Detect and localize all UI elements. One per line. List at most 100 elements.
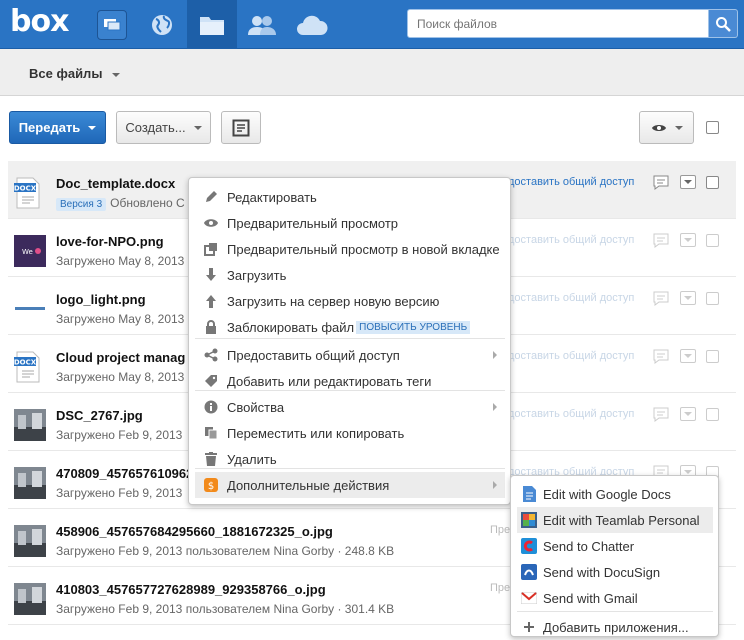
copy-icon xyxy=(201,426,221,440)
context-menu-item[interactable]: Добавить или редактировать теги xyxy=(195,368,505,394)
cloud-icon xyxy=(297,15,328,35)
row-menu-button[interactable] xyxy=(680,291,696,305)
row-checkbox[interactable] xyxy=(706,350,719,363)
context-menu-item[interactable]: Свойства xyxy=(195,394,505,420)
context-menu-item[interactable]: Предварительный просмотр xyxy=(195,210,505,236)
plus-icon xyxy=(521,619,537,635)
share-link[interactable]: доставить общий доступ xyxy=(508,176,634,188)
share-link[interactable]: Пре xyxy=(490,582,510,594)
file-meta: Загружено May 8, 2013 xyxy=(56,254,184,268)
file-meta-text: Загружено Feb 9, 2013 xyxy=(56,486,183,500)
file-thumbnail[interactable]: We xyxy=(14,235,46,267)
file-meta-text: Загружено Feb 9, 2013 пользователем Nina… xyxy=(56,602,395,616)
row-menu-button[interactable] xyxy=(680,233,696,247)
context-menu-label: Заблокировать файл xyxy=(227,319,355,335)
comment-button[interactable] xyxy=(653,175,669,193)
file-meta-text: Загружено May 8, 2013 xyxy=(56,254,185,268)
file-meta-text: Загружено Feb 9, 2013 xyxy=(56,428,183,442)
upload-button[interactable]: Передать xyxy=(9,111,106,144)
chevron-down-icon xyxy=(193,125,202,130)
search-button[interactable] xyxy=(709,9,738,38)
create-button-label: Создать... xyxy=(125,120,186,135)
submenu-label: Send to Chatter xyxy=(543,538,635,554)
context-menu-item[interactable]: Загрузить xyxy=(195,262,505,288)
eye-icon xyxy=(201,218,221,228)
comment-button[interactable] xyxy=(653,349,669,367)
comment-button[interactable] xyxy=(653,233,669,251)
submenu-label: Send with DocuSign xyxy=(543,564,661,580)
context-menu-label: Предоставить общий доступ xyxy=(227,347,400,363)
box-logo[interactable]: box xyxy=(10,4,69,39)
gmail-icon xyxy=(521,590,537,606)
submenu-label: Edit with Teamlab Personal xyxy=(543,512,700,528)
context-menu-item[interactable]: Предварительный просмотр в новой вкладке xyxy=(195,236,505,262)
context-menu-item[interactable]: $ Дополнительные действия xyxy=(195,472,505,498)
context-menu-item[interactable]: Переместить или копировать xyxy=(195,420,505,446)
share-icon xyxy=(201,348,221,362)
context-menu-item[interactable]: Заблокировать файл ПОВЫСИТЬ УРОВЕНЬ xyxy=(195,314,505,340)
file-name-link[interactable]: Doc_template.docx xyxy=(56,176,175,191)
all-files-dropdown[interactable]: Все файлы xyxy=(29,66,121,81)
row-menu-button[interactable] xyxy=(680,407,696,421)
nav-files-button[interactable] xyxy=(187,0,237,49)
nav-cloud-button[interactable] xyxy=(287,0,337,49)
submenu-item[interactable]: Edit with Teamlab Personal xyxy=(517,507,713,533)
version-badge[interactable]: Версия 3 xyxy=(56,198,107,211)
share-link[interactable]: доставить общий доступ xyxy=(508,408,634,420)
search-input[interactable] xyxy=(407,9,709,38)
lock-icon xyxy=(201,320,221,334)
file-name-link[interactable]: DSC_2767.jpg xyxy=(56,408,143,423)
context-menu-label: Переместить или копировать xyxy=(227,425,405,441)
submenu-label: Добавить приложения... xyxy=(543,619,689,635)
create-button[interactable]: Создать... xyxy=(116,111,211,144)
submenu-item[interactable]: Добавить приложения... xyxy=(517,614,713,640)
notes-button[interactable] xyxy=(221,111,261,144)
file-name-link[interactable]: Cloud project manag xyxy=(56,350,185,365)
submenu-item[interactable]: Send to Chatter xyxy=(517,533,713,559)
select-all-checkbox[interactable] xyxy=(706,121,719,134)
nav-updates-button[interactable] xyxy=(87,0,137,49)
file-thumbnail[interactable] xyxy=(14,525,46,557)
row-checkbox[interactable] xyxy=(706,176,719,189)
file-thumbnail[interactable] xyxy=(14,583,46,615)
context-menu-label: Свойства xyxy=(227,399,285,415)
share-link[interactable]: Пре xyxy=(490,524,510,536)
breadcrumb-bar: Все файлы xyxy=(0,49,744,96)
context-menu-item[interactable]: Редактировать xyxy=(195,184,505,210)
comment-icon xyxy=(653,407,669,422)
file-meta-text: Загружено May 8, 2013 xyxy=(56,370,185,384)
share-link[interactable]: доставить общий доступ xyxy=(508,234,634,246)
share-link[interactable]: доставить общий доступ xyxy=(508,350,634,362)
file-thumbnail[interactable] xyxy=(14,293,46,325)
trash-icon xyxy=(201,452,221,466)
file-thumbnail[interactable]: DOCX xyxy=(14,177,46,209)
share-link[interactable]: доставить общий доступ xyxy=(508,292,634,304)
comment-button[interactable] xyxy=(653,407,669,425)
top-bar: box xyxy=(0,0,744,49)
row-checkbox[interactable] xyxy=(706,234,719,247)
file-name-link[interactable]: love-for-NPO.png xyxy=(56,234,164,249)
view-options-button[interactable] xyxy=(639,111,694,144)
file-name-link[interactable]: 410803_457657727628989_929358766_o.jpg xyxy=(56,582,326,597)
nav-globe-button[interactable] xyxy=(137,0,187,49)
file-name-link[interactable]: 458906_457657684295660_1881672325_o.jpg xyxy=(56,524,333,539)
comment-button[interactable] xyxy=(653,291,669,309)
submenu-item[interactable]: Send with DocuSign xyxy=(517,559,713,585)
file-thumbnail[interactable] xyxy=(14,409,46,441)
row-checkbox[interactable] xyxy=(706,292,719,305)
context-menu-label: Редактировать xyxy=(227,189,317,205)
nav-users-button[interactable] xyxy=(237,0,287,49)
row-menu-button[interactable] xyxy=(680,349,696,363)
file-name-link[interactable]: 470809_457657610962 xyxy=(56,466,193,481)
file-thumbnail[interactable] xyxy=(14,467,46,499)
file-name-link[interactable]: logo_light.png xyxy=(56,292,146,307)
submenu-item[interactable]: Send with Gmail xyxy=(517,585,713,611)
context-menu-item[interactable]: Предоставить общий доступ xyxy=(195,342,505,368)
file-thumbnail[interactable]: DOCX xyxy=(14,351,46,383)
context-menu-item[interactable]: Загрузить на сервер новую версию xyxy=(195,288,505,314)
row-menu-button[interactable] xyxy=(680,175,696,189)
row-checkbox[interactable] xyxy=(706,408,719,421)
context-menu-item[interactable]: Удалить xyxy=(195,446,505,472)
upgrade-badge[interactable]: ПОВЫСИТЬ УРОВЕНЬ xyxy=(356,320,471,334)
submenu-item[interactable]: Edit with Google Docs xyxy=(517,481,713,507)
